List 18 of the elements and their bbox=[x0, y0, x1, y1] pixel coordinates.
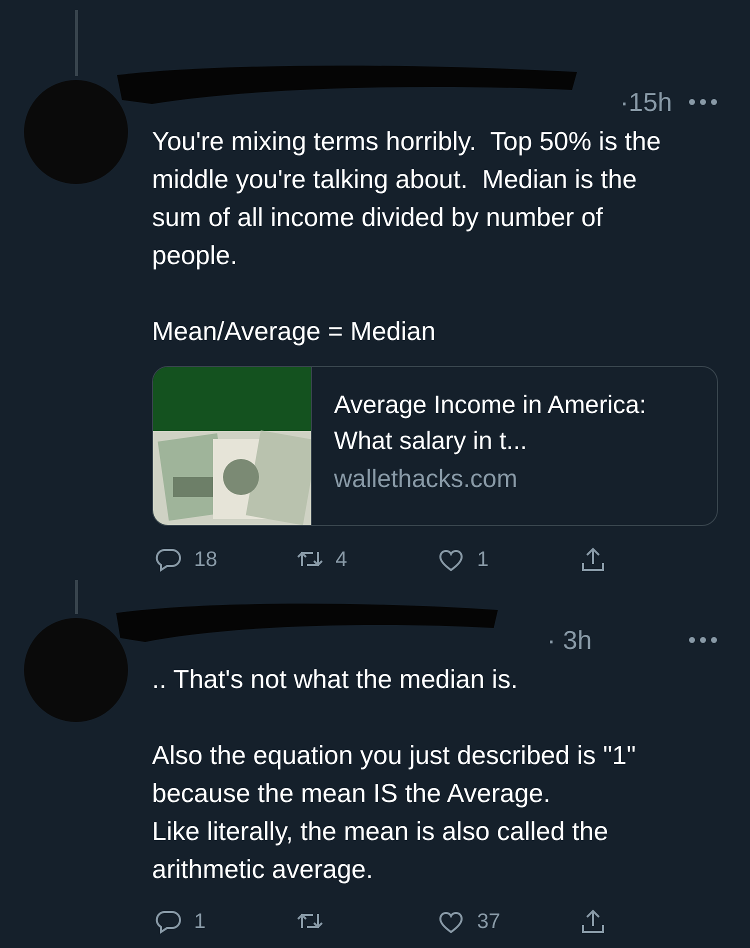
more-icon[interactable] bbox=[688, 636, 718, 644]
retweet-count: 4 bbox=[336, 548, 348, 572]
like-count: 37 bbox=[477, 910, 500, 934]
more-icon[interactable] bbox=[688, 98, 718, 106]
tweet-time[interactable]: ·15h bbox=[620, 86, 672, 118]
tweet-text: .. That's not what the median is. bbox=[152, 663, 519, 696]
like-count: 1 bbox=[477, 548, 489, 572]
link-card[interactable]: Average Income in America: What salary in t... wallethacks.com bbox=[152, 366, 718, 526]
reply-count: 1 bbox=[194, 910, 206, 934]
tweet-time[interactable]: · 3h bbox=[547, 624, 592, 656]
tweet-text: Also the equation you just described is "1" because the mean IS the Average. Like literally, the mean is also called the arithmetic average. bbox=[152, 739, 637, 886]
reply-count: 18 bbox=[194, 548, 218, 572]
tweet-text: You're mixing terms horribly. Top 50% is the middle you're talking about. Median is the sum of all income divided by number of people. bbox=[152, 125, 662, 272]
card-domain: wallethacks.com bbox=[334, 465, 518, 494]
reply-icon[interactable] bbox=[154, 546, 182, 574]
reply-icon[interactable] bbox=[154, 908, 182, 936]
tweet-text: Mean/Average = Median bbox=[152, 315, 437, 348]
card-title: Average Income in America: What salary in t... bbox=[334, 390, 648, 457]
